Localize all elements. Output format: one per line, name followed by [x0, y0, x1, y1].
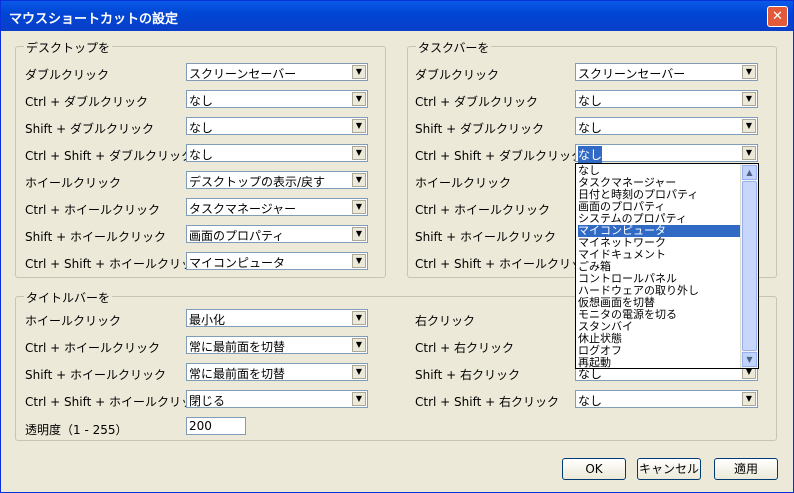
- cancel-button[interactable]: キャンセル: [637, 458, 701, 480]
- titlebar-left-combo-2[interactable]: 常に最前面を切替 ▼: [186, 363, 368, 381]
- taskbar-group-label: タスクバーを: [416, 39, 492, 56]
- titlebar-right-label-3: Ctrl + Shift + 右クリック: [415, 395, 559, 409]
- desktop-value-3: なし: [189, 148, 214, 162]
- desktop-label-7: Ctrl + Shift + ホイールクリック: [25, 257, 205, 271]
- desktop-label-4: ホイールクリック: [25, 176, 122, 190]
- titlebar-right-label-0: 右クリック: [415, 314, 476, 328]
- desktop-value-2: なし: [189, 121, 214, 135]
- titlebar-right-label-1: Ctrl + 右クリック: [415, 341, 515, 355]
- close-icon: ✕: [772, 9, 783, 24]
- opacity-label: 透明度（1 - 255）: [25, 423, 128, 437]
- desktop-value-6: 画面のプロパティ: [189, 229, 285, 243]
- desktop-value-0: スクリーンセーバー: [189, 67, 297, 81]
- titlebar-right-combo-3[interactable]: なし ▼: [575, 390, 758, 408]
- chevron-down-icon[interactable]: ▼: [352, 119, 366, 133]
- taskbar-value-2: なし: [578, 121, 603, 135]
- chevron-down-icon[interactable]: ▼: [742, 119, 756, 133]
- desktop-combo-4[interactable]: デスクトップの表示/戻す ▼: [186, 171, 368, 189]
- titlebar-right-value-3: なし: [578, 394, 603, 408]
- desktop-group-label: デスクトップを: [24, 39, 113, 56]
- taskbar-label-2: Shift + ダブルクリック: [415, 122, 544, 136]
- ok-button[interactable]: OK: [562, 458, 626, 480]
- titlebar-left-label-0: ホイールクリック: [25, 314, 122, 328]
- titlebar-left-combo-3[interactable]: 閉じる ▼: [186, 390, 368, 408]
- chevron-down-icon[interactable]: ▼: [352, 92, 366, 106]
- taskbar-combo-1[interactable]: なし ▼: [575, 90, 758, 108]
- chevron-down-icon[interactable]: ▼: [742, 146, 756, 160]
- titlebar-left-label-2: Shift + ホイールクリック: [25, 368, 166, 382]
- taskbar-label-3: Ctrl + Shift + ダブルクリック: [415, 149, 583, 163]
- taskbar-label-4: ホイールクリック: [415, 176, 512, 190]
- desktop-value-7: マイコンピュータ: [189, 256, 286, 270]
- desktop-value-1: なし: [189, 94, 214, 108]
- titlebar-left-value-2: 常に最前面を切替: [189, 367, 286, 381]
- scroll-thumb[interactable]: [742, 181, 757, 351]
- taskbar-value-0: スクリーンセーバー: [578, 67, 686, 81]
- taskbar-label-5: Ctrl + ホイールクリック: [415, 203, 551, 217]
- desktop-label-6: Shift + ホイールクリック: [25, 230, 166, 244]
- desktop-label-0: ダブルクリック: [25, 68, 110, 82]
- titlebar-left-label-1: Ctrl + ホイールクリック: [25, 341, 161, 355]
- opacity-value: 200: [189, 419, 212, 433]
- desktop-label-5: Ctrl + ホイールクリック: [25, 203, 161, 217]
- taskbar-label-6: Shift + ホイールクリック: [415, 230, 556, 244]
- titlebar-left-value-3: 閉じる: [189, 394, 226, 408]
- desktop-combo-5[interactable]: タスクマネージャー ▼: [186, 198, 368, 216]
- chevron-down-icon[interactable]: ▼: [352, 392, 366, 406]
- close-button[interactable]: ✕: [767, 6, 788, 27]
- titlebar-left-combo-1[interactable]: 常に最前面を切替 ▼: [186, 336, 368, 354]
- chevron-down-icon[interactable]: ▼: [742, 392, 756, 406]
- title-bar: マウスショートカットの設定 ✕: [1, 1, 793, 31]
- titlebar-left-value-1: 常に最前面を切替: [189, 340, 286, 354]
- desktop-value-5: タスクマネージャー: [189, 202, 297, 216]
- titlebar-group-label: タイトルバーを: [24, 289, 113, 306]
- desktop-combo-2[interactable]: なし ▼: [186, 117, 368, 135]
- desktop-label-2: Shift + ダブルクリック: [25, 122, 154, 136]
- titlebar-right-label-2: Shift + 右クリック: [415, 368, 520, 382]
- dropdown-scrollbar[interactable]: ▲ ▼: [740, 164, 758, 368]
- chevron-down-icon[interactable]: ▼: [352, 338, 366, 352]
- scroll-up-icon[interactable]: ▲: [742, 165, 757, 180]
- scroll-down-icon[interactable]: ▼: [742, 352, 757, 367]
- chevron-down-icon[interactable]: ▼: [352, 254, 366, 268]
- chevron-down-icon[interactable]: ▼: [352, 200, 366, 214]
- chevron-down-icon[interactable]: ▼: [742, 92, 756, 106]
- desktop-combo-6[interactable]: 画面のプロパティ ▼: [186, 225, 368, 243]
- chevron-down-icon[interactable]: ▼: [352, 173, 366, 187]
- chevron-down-icon[interactable]: ▼: [352, 311, 366, 325]
- taskbar-value-3: なし: [578, 146, 603, 163]
- titlebar-left-combo-0[interactable]: 最小化 ▼: [186, 309, 368, 327]
- chevron-down-icon[interactable]: ▼: [352, 146, 366, 160]
- desktop-combo-1[interactable]: なし ▼: [186, 90, 368, 108]
- shortcut-settings-dialog: マウスショートカットの設定 ✕ デスクトップを タスクバーを タイトルバーを ダ…: [0, 0, 794, 493]
- window-title: マウスショートカットの設定: [9, 12, 179, 27]
- taskbar-label-1: Ctrl + ダブルクリック: [415, 95, 539, 109]
- chevron-down-icon[interactable]: ▼: [352, 227, 366, 241]
- taskbar-label-7: Ctrl + Shift + ホイールクリック: [415, 257, 595, 271]
- opacity-input[interactable]: 200: [186, 417, 246, 435]
- chevron-down-icon[interactable]: ▼: [352, 65, 366, 79]
- titlebar-left-label-3: Ctrl + Shift + ホイールクリック: [25, 395, 205, 409]
- taskbar-label-0: ダブルクリック: [415, 68, 500, 82]
- taskbar-combo-0[interactable]: スクリーンセーバー ▼: [575, 63, 758, 81]
- taskbar-combo-2[interactable]: なし ▼: [575, 117, 758, 135]
- action-dropdown-list[interactable]: なし タスクマネージャー 日付と時刻のプロパティ 画面のプロパティ システムのプロパティ…: [575, 163, 759, 369]
- desktop-label-1: Ctrl + ダブルクリック: [25, 95, 149, 109]
- dropdown-item[interactable]: 再起動: [578, 357, 742, 369]
- chevron-down-icon[interactable]: ▼: [742, 65, 756, 79]
- desktop-combo-3[interactable]: なし ▼: [186, 144, 368, 162]
- titlebar-left-value-0: 最小化: [189, 313, 226, 327]
- chevron-down-icon[interactable]: ▼: [352, 365, 366, 379]
- taskbar-value-1: なし: [578, 94, 603, 108]
- desktop-combo-0[interactable]: スクリーンセーバー ▼: [186, 63, 368, 81]
- desktop-value-4: デスクトップの表示/戻す: [189, 175, 326, 189]
- taskbar-combo-3[interactable]: なし ▼: [575, 144, 758, 163]
- desktop-label-3: Ctrl + Shift + ダブルクリック: [25, 149, 193, 163]
- apply-button[interactable]: 適用: [714, 458, 778, 480]
- desktop-combo-7[interactable]: マイコンピュータ ▼: [186, 252, 368, 270]
